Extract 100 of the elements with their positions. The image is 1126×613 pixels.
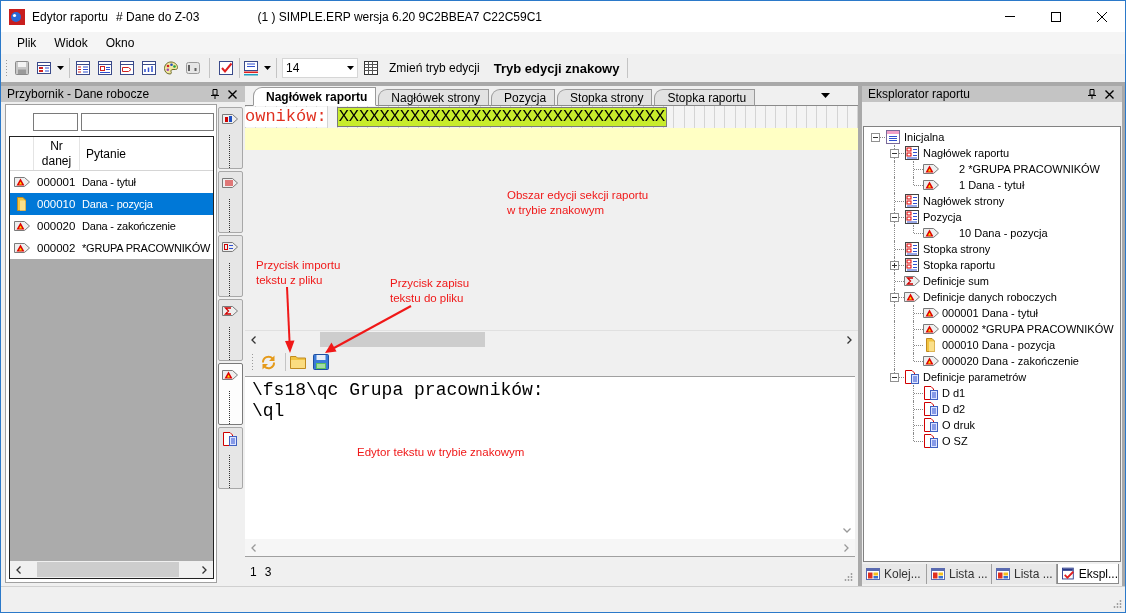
horizontal-scrollbar[interactable]: [10, 561, 213, 578]
palette-icon[interactable]: [163, 60, 179, 76]
color-bars-icon[interactable]: [243, 60, 259, 76]
card-icon[interactable]: [97, 60, 113, 76]
scroll-right-icon[interactable]: [202, 565, 207, 574]
filter-field[interactable]: [33, 113, 78, 131]
folder-icon[interactable]: [290, 355, 306, 369]
menu-item[interactable]: Okno: [96, 34, 144, 52]
collapse-box-icon[interactable]: [890, 293, 899, 302]
panel-tab[interactable]: Lista ...: [992, 564, 1057, 584]
report-icon: [885, 129, 901, 145]
tree-item[interactable]: 000020 Dana - zakończenie: [942, 355, 1079, 367]
table-row[interactable]: 000010 Dana - pozycja: [10, 193, 213, 215]
close-icon[interactable]: [1105, 89, 1114, 99]
tab[interactable]: Stopka strony: [557, 89, 653, 106]
toolbox-button[interactable]: [218, 107, 243, 169]
dropdown-caret-icon[interactable]: [821, 93, 830, 98]
tab[interactable]: Pozycja: [491, 89, 556, 106]
close-icon: [1097, 11, 1107, 22]
collapse-box-icon[interactable]: [890, 213, 899, 222]
tree-item[interactable]: Definicje sum: [923, 275, 990, 287]
tree-item[interactable]: O druk: [942, 419, 975, 431]
save-icon[interactable]: [313, 354, 329, 370]
tree-item[interactable]: 000002 *GRUPA PRACOWNIKÓW: [942, 323, 1114, 335]
table-cell-text: *GRUPA PRACOWNIKÓW: [81, 242, 211, 254]
close-icon[interactable]: [228, 89, 237, 99]
size-grip-icon[interactable]: [843, 572, 853, 582]
checkmark-icon[interactable]: [218, 60, 234, 76]
font-size-combo[interactable]: 14: [282, 58, 358, 78]
collapse-box-icon[interactable]: [890, 149, 899, 158]
tab[interactable]: Stopka raportu: [654, 89, 756, 106]
caret-icon: [347, 66, 354, 70]
table-row[interactable]: 000020 Dana - zakończenie: [10, 215, 213, 237]
toolbox-button[interactable]: [218, 363, 243, 425]
form-icon[interactable]: [36, 60, 52, 76]
table-cell-text: Dana - pozycja: [81, 198, 153, 210]
tree-item[interactable]: Pozycja: [923, 211, 962, 223]
section-text[interactable]: owników:: [245, 107, 327, 127]
table-row[interactable]: 000002 *GRUPA PRACOWNIKÓW: [10, 237, 213, 259]
columns-icon[interactable]: [75, 60, 91, 76]
tree-item[interactable]: 10 Dana - pozycja: [959, 227, 1048, 239]
warning-tag-icon: [923, 161, 939, 177]
toolbox-button[interactable]: [218, 427, 243, 489]
tree-item[interactable]: O SZ: [942, 435, 968, 447]
column-header[interactable]: Nr danej: [34, 137, 80, 170]
size-grip-icon[interactable]: [1112, 599, 1122, 609]
toolbox-button[interactable]: [218, 299, 243, 361]
data-field[interactable]: XXXXXXXXXXXXXXXXXXXXXXXXXXXXXXXX: [336, 107, 668, 127]
horizontal-scrollbar[interactable]: [245, 330, 858, 348]
menu-item[interactable]: Widok: [45, 34, 97, 52]
panel-tab[interactable]: Lista ...: [927, 564, 992, 584]
caret-icon[interactable]: [264, 66, 271, 70]
save-icon[interactable]: [14, 60, 30, 76]
pin-icon[interactable]: [1088, 89, 1096, 99]
scrollbar-thumb[interactable]: [37, 562, 179, 577]
collapse-box-icon[interactable]: [871, 133, 880, 142]
table-row[interactable]: 000001 Dana - tytuł: [10, 171, 213, 193]
table-icon: [904, 193, 920, 209]
tree-item[interactable]: 000010 Dana - pozycja: [942, 339, 1056, 351]
table-cell-text: 000002: [36, 242, 77, 254]
menu-item[interactable]: Plik: [8, 34, 46, 52]
scroll-left-icon[interactable]: [251, 335, 256, 344]
tree-item[interactable]: Definicje parametrów: [923, 371, 1027, 383]
tree-item[interactable]: Stopka raportu: [923, 259, 996, 271]
tree-item[interactable]: Definicje danych roboczych: [923, 291, 1057, 303]
tree-item[interactable]: Inicjalna: [904, 131, 945, 143]
toolbox-button[interactable]: [218, 171, 243, 233]
maximize-icon: [1051, 11, 1061, 22]
grid-icon[interactable]: [363, 60, 379, 76]
pin-icon[interactable]: [211, 89, 219, 99]
scroll-down-icon[interactable]: [842, 528, 851, 533]
text-size-icon[interactable]: [185, 60, 201, 76]
scroll-left-icon[interactable]: [16, 565, 21, 574]
tree-item[interactable]: 2 *GRUPA PRACOWNIKÓW: [959, 163, 1100, 175]
tree-item[interactable]: D d2: [942, 403, 966, 415]
tab[interactable]: Nagłówek strony: [378, 89, 490, 106]
scrollbar-thumb[interactable]: [320, 332, 485, 347]
caret-icon[interactable]: [57, 66, 64, 70]
tab[interactable]: Nagłówek raportu: [253, 87, 377, 106]
tree-item[interactable]: Nagłówek strony: [923, 195, 1005, 207]
collapse-box-icon[interactable]: [890, 373, 899, 382]
mode-button[interactable]: Zmień tryb edycji: [385, 59, 484, 77]
tree-item[interactable]: 000001 Dana - tytuł: [942, 307, 1038, 319]
expand-box-icon[interactable]: [890, 261, 899, 270]
window-icon: [931, 568, 945, 580]
column-header[interactable]: Pytanie: [80, 137, 213, 170]
panel-tab[interactable]: Ekspl...: [1057, 564, 1119, 584]
app-icon: [9, 8, 25, 25]
tree-item[interactable]: Nagłówek raportu: [923, 147, 1010, 159]
tag-frame-icon[interactable]: [119, 60, 135, 76]
toolbox-button[interactable]: [218, 235, 243, 297]
annotation-arrow: [285, 286, 295, 353]
tree-item[interactable]: D d1: [942, 387, 966, 399]
tree-item[interactable]: 1 Dana - tytuł: [959, 179, 1025, 191]
numbers-frame-icon[interactable]: [141, 60, 157, 76]
scroll-right-icon[interactable]: [847, 335, 852, 344]
panel-tab[interactable]: Kolej...: [862, 564, 927, 584]
mode-label: Tryb edycji znakowy: [493, 60, 620, 76]
filter-field[interactable]: [81, 113, 214, 131]
tree-item[interactable]: Stopka strony: [923, 243, 991, 255]
